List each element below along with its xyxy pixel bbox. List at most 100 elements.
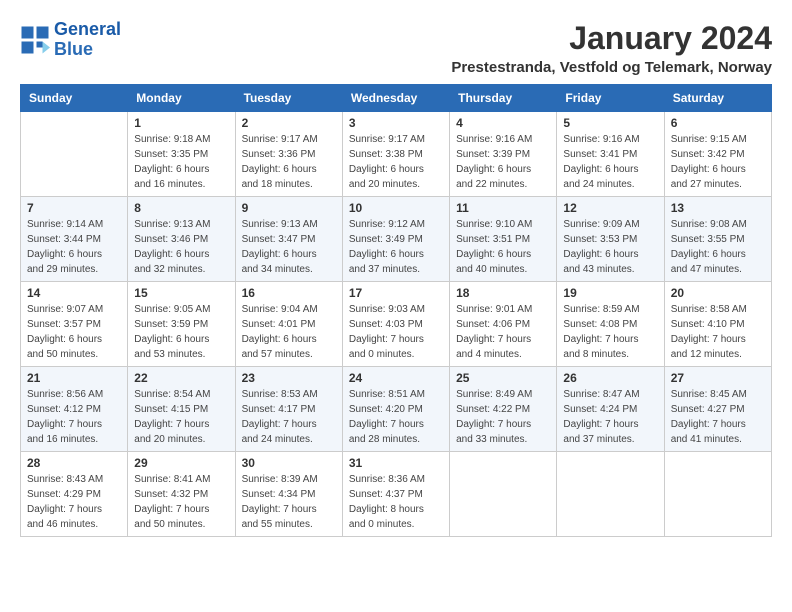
day-number: 10 (349, 201, 443, 215)
day-detail: Sunrise: 9:01 AMSunset: 4:06 PMDaylight:… (456, 302, 550, 362)
day-detail: Sunrise: 9:03 AMSunset: 4:03 PMDaylight:… (349, 302, 443, 362)
calendar-cell: 9Sunrise: 9:13 AMSunset: 3:47 PMDaylight… (235, 197, 342, 282)
day-number: 13 (671, 201, 765, 215)
calendar-cell (21, 112, 128, 197)
calendar-cell: 24 Sunrise: 8:51 AMSunset: 4:20 PMDayligh… (342, 367, 449, 452)
day-detail: Sunrise: 8:36 AMSunset: 4:37 PMDaylight:… (349, 472, 443, 532)
calendar-cell: 17 Sunrise: 9:03 AMSunset: 4:03 PMDayligh… (342, 282, 449, 367)
day-number: 26 (563, 371, 657, 385)
calendar-cell: 20 Sunrise: 8:58 AMSunset: 4:10 PMDayligh… (664, 282, 771, 367)
weekday-header-tuesday: Tuesday (235, 85, 342, 112)
day-number: 4 (456, 116, 550, 130)
calendar-cell: 1 Sunrise: 9:18 AMSunset: 3:35 PMDaylight… (128, 112, 235, 197)
weekday-header-sunday: Sunday (21, 85, 128, 112)
day-detail: Sunrise: 8:53 AMSunset: 4:17 PMDaylight:… (242, 387, 336, 447)
logo-blue: Blue (54, 39, 93, 59)
calendar-cell: 27 Sunrise: 8:45 AMSunset: 4:27 PMDayligh… (664, 367, 771, 452)
calendar-cell: 26Sunrise: 8:47 AMSunset: 4:24 PMDayligh… (557, 367, 664, 452)
day-detail: Sunrise: 8:54 AMSunset: 4:15 PMDaylight:… (134, 387, 228, 447)
calendar-cell: 7Sunrise: 9:14 AMSunset: 3:44 PMDaylight… (21, 197, 128, 282)
day-number: 28 (27, 456, 121, 470)
day-number: 18 (456, 286, 550, 300)
weekday-header-wednesday: Wednesday (342, 85, 449, 112)
day-detail: Sunrise: 9:09 AMSunset: 3:53 PMDaylight:… (563, 217, 657, 277)
calendar-cell: 6Sunrise: 9:15 AMSunset: 3:42 PMDaylight… (664, 112, 771, 197)
calendar-cell: 12 Sunrise: 9:09 AMSunset: 3:53 PMDayligh… (557, 197, 664, 282)
day-number: 24 (349, 371, 443, 385)
weekday-header-friday: Friday (557, 85, 664, 112)
weekday-header-thursday: Thursday (450, 85, 557, 112)
day-number: 29 (134, 456, 228, 470)
page-subtitle: Prestestranda, Vestfold og Telemark, Nor… (451, 59, 772, 76)
day-detail: Sunrise: 8:43 AMSunset: 4:29 PMDaylight:… (27, 472, 121, 532)
day-number: 5 (563, 116, 657, 130)
calendar-cell: 5 Sunrise: 9:16 AMSunset: 3:41 PMDaylight… (557, 112, 664, 197)
day-number: 12 (563, 201, 657, 215)
calendar-cell: 2 Sunrise: 9:17 AMSunset: 3:36 PMDaylight… (235, 112, 342, 197)
calendar-cell (450, 452, 557, 537)
day-detail: Sunrise: 8:56 AMSunset: 4:12 PMDaylight:… (27, 387, 121, 447)
day-detail: Sunrise: 8:49 AMSunset: 4:22 PMDaylight:… (456, 387, 550, 447)
day-detail: Sunrise: 8:59 AMSunset: 4:08 PMDaylight:… (563, 302, 657, 362)
calendar-cell: 3Sunrise: 9:17 AMSunset: 3:38 PMDaylight… (342, 112, 449, 197)
page-title: January 2024 (451, 20, 772, 57)
day-number: 25 (456, 371, 550, 385)
calendar-week-row: 21 Sunrise: 8:56 AMSunset: 4:12 PMDayligh… (21, 367, 772, 452)
calendar-cell: 18 Sunrise: 9:01 AMSunset: 4:06 PMDayligh… (450, 282, 557, 367)
day-number: 17 (349, 286, 443, 300)
calendar-cell: 15Sunrise: 9:05 AMSunset: 3:59 PMDayligh… (128, 282, 235, 367)
day-detail: Sunrise: 9:04 AMSunset: 4:01 PMDaylight:… (242, 302, 336, 362)
calendar-cell: 28 Sunrise: 8:43 AMSunset: 4:29 PMDayligh… (21, 452, 128, 537)
calendar-cell: 13 Sunrise: 9:08 AMSunset: 3:55 PMDayligh… (664, 197, 771, 282)
day-number: 9 (242, 201, 336, 215)
weekday-header-monday: Monday (128, 85, 235, 112)
day-detail: Sunrise: 9:13 AMSunset: 3:46 PMDaylight:… (134, 217, 228, 277)
calendar-week-row: 7Sunrise: 9:14 AMSunset: 3:44 PMDaylight… (21, 197, 772, 282)
day-number: 21 (27, 371, 121, 385)
calendar-cell: 31 Sunrise: 8:36 AMSunset: 4:37 PMDayligh… (342, 452, 449, 537)
calendar-week-row: 1 Sunrise: 9:18 AMSunset: 3:35 PMDaylight… (21, 112, 772, 197)
day-number: 2 (242, 116, 336, 130)
calendar-cell: 11Sunrise: 9:10 AMSunset: 3:51 PMDayligh… (450, 197, 557, 282)
day-detail: Sunrise: 9:16 AMSunset: 3:39 PMDaylight:… (456, 132, 550, 192)
logo: General Blue (20, 20, 121, 60)
day-detail: Sunrise: 8:45 AMSunset: 4:27 PMDaylight:… (671, 387, 765, 447)
day-detail: Sunrise: 9:17 AMSunset: 3:36 PMDaylight:… (242, 132, 336, 192)
calendar-cell (664, 452, 771, 537)
day-detail: Sunrise: 8:51 AMSunset: 4:20 PMDaylight:… (349, 387, 443, 447)
day-detail: Sunrise: 9:18 AMSunset: 3:35 PMDaylight:… (134, 132, 228, 192)
logo-icon (20, 25, 50, 55)
day-detail: Sunrise: 8:39 AMSunset: 4:34 PMDaylight:… (242, 472, 336, 532)
day-detail: Sunrise: 9:07 AMSunset: 3:57 PMDaylight:… (27, 302, 121, 362)
calendar-cell: 25 Sunrise: 8:49 AMSunset: 4:22 PMDayligh… (450, 367, 557, 452)
day-detail: Sunrise: 9:08 AMSunset: 3:55 PMDaylight:… (671, 217, 765, 277)
day-detail: Sunrise: 8:58 AMSunset: 4:10 PMDaylight:… (671, 302, 765, 362)
page-header: General Blue January 2024 Prestestranda,… (20, 20, 772, 76)
day-number: 31 (349, 456, 443, 470)
calendar-cell: 10 Sunrise: 9:12 AMSunset: 3:49 PMDayligh… (342, 197, 449, 282)
day-number: 20 (671, 286, 765, 300)
calendar-week-row: 14Sunrise: 9:07 AMSunset: 3:57 PMDayligh… (21, 282, 772, 367)
day-number: 1 (134, 116, 228, 130)
day-number: 22 (134, 371, 228, 385)
calendar-cell: 22 Sunrise: 8:54 AMSunset: 4:15 PMDayligh… (128, 367, 235, 452)
logo-general: General (54, 19, 121, 39)
day-detail: Sunrise: 8:41 AMSunset: 4:32 PMDaylight:… (134, 472, 228, 532)
day-number: 19 (563, 286, 657, 300)
day-number: 30 (242, 456, 336, 470)
day-number: 3 (349, 116, 443, 130)
calendar-cell: 14Sunrise: 9:07 AMSunset: 3:57 PMDayligh… (21, 282, 128, 367)
day-number: 6 (671, 116, 765, 130)
calendar-cell: 23Sunrise: 8:53 AMSunset: 4:17 PMDayligh… (235, 367, 342, 452)
calendar-cell: 30 Sunrise: 8:39 AMSunset: 4:34 PMDayligh… (235, 452, 342, 537)
day-detail: Sunrise: 9:05 AMSunset: 3:59 PMDaylight:… (134, 302, 228, 362)
calendar-cell: 29 Sunrise: 8:41 AMSunset: 4:32 PMDayligh… (128, 452, 235, 537)
calendar-cell: 19 Sunrise: 8:59 AMSunset: 4:08 PMDayligh… (557, 282, 664, 367)
day-detail: Sunrise: 9:10 AMSunset: 3:51 PMDaylight:… (456, 217, 550, 277)
calendar-table: SundayMondayTuesdayWednesdayThursdayFrid… (20, 84, 772, 537)
calendar-cell: 4 Sunrise: 9:16 AMSunset: 3:39 PMDaylight… (450, 112, 557, 197)
day-detail: Sunrise: 9:12 AMSunset: 3:49 PMDaylight:… (349, 217, 443, 277)
day-number: 27 (671, 371, 765, 385)
day-detail: Sunrise: 9:16 AMSunset: 3:41 PMDaylight:… (563, 132, 657, 192)
calendar-cell: 16Sunrise: 9:04 AMSunset: 4:01 PMDayligh… (235, 282, 342, 367)
